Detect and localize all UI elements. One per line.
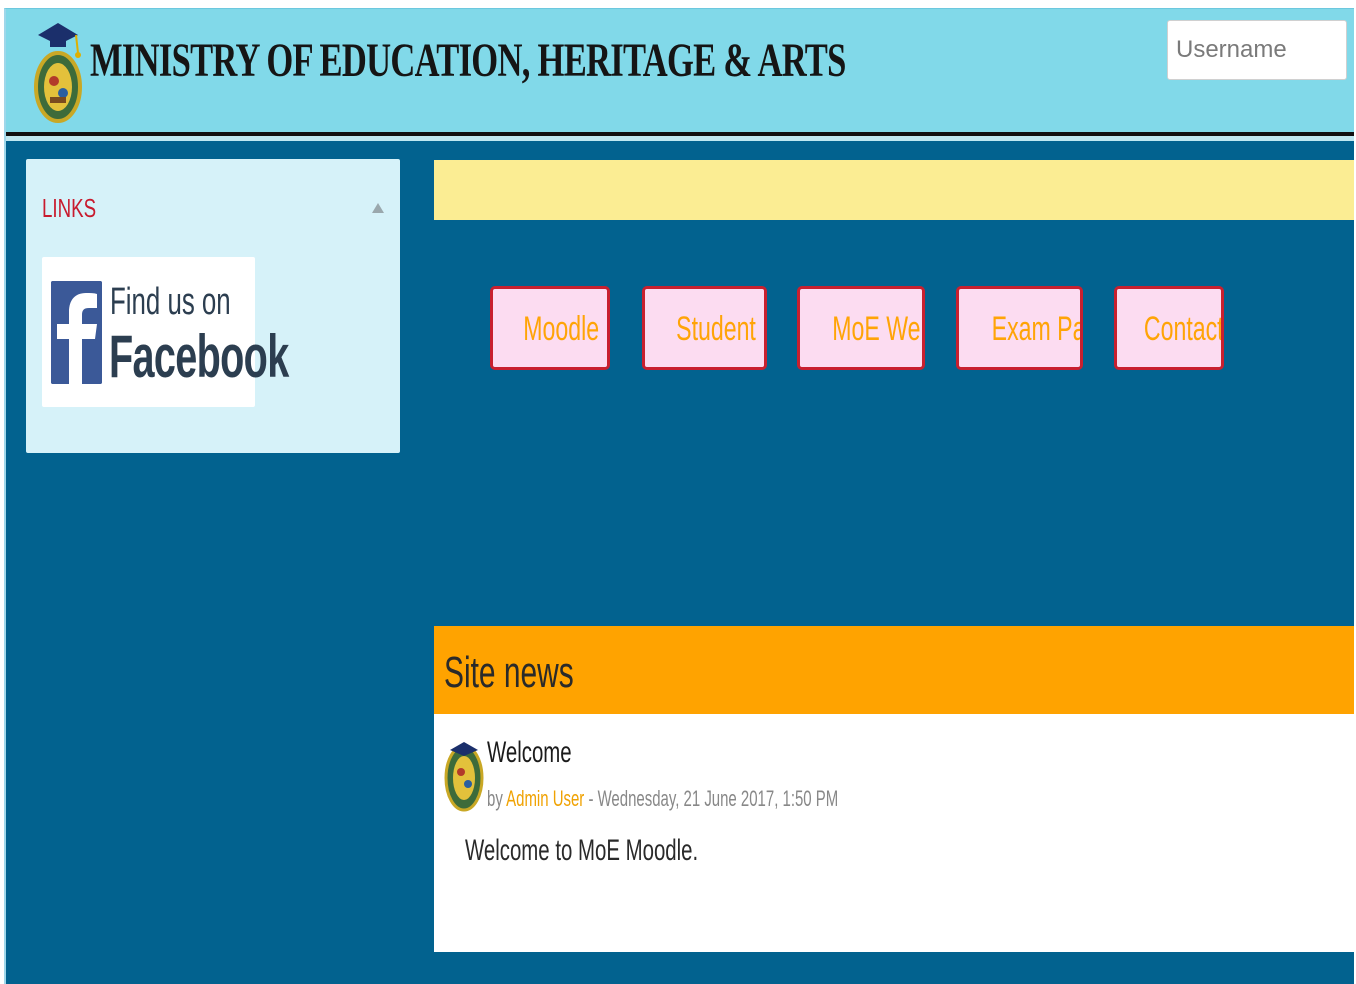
post-date: - Wednesday, 21 June 2017, 1:50 PM	[584, 786, 839, 811]
byline-prefix: by	[487, 786, 503, 811]
post-subject: Welcome	[487, 736, 572, 769]
facebook-link[interactable]: Find us on Facebook	[42, 257, 289, 407]
site-news-title: Site news	[444, 648, 574, 697]
author-link[interactable]: Admin User	[506, 786, 584, 811]
student-faq-button[interactable]: Student FAQ	[642, 286, 767, 370]
facebook-wordmark: Facebook	[109, 323, 289, 390]
facebook-icon	[51, 281, 102, 384]
announcement-bar	[434, 160, 1354, 220]
ministry-crest-icon[interactable]	[32, 17, 84, 125]
links-block-title: LINKS	[42, 193, 97, 223]
post-content: Welcome to MoE Moodle.	[465, 834, 699, 867]
exam-papers-button[interactable]: Exam Papers	[956, 286, 1083, 370]
contact-us-button[interactable]: Contact Us	[1114, 286, 1224, 370]
site-title: MINISTRY OF EDUCATION, HERITAGE & ARTS	[90, 34, 846, 87]
caret-up-icon[interactable]	[372, 203, 384, 213]
site-header: MINISTRY OF EDUCATION, HERITAGE & ARTS	[6, 9, 1354, 132]
page-frame: MINISTRY OF EDUCATION, HERITAGE & ARTS L…	[4, 8, 1354, 984]
moodle-faq-button[interactable]: Moodle FAQ	[490, 286, 610, 370]
avatar[interactable]	[444, 738, 484, 814]
post-byline: by Admin User - Wednesday, 21 June 2017,…	[487, 786, 838, 812]
facebook-find-text: Find us on	[110, 281, 231, 323]
site-news-header: Site news	[434, 626, 1354, 714]
links-block: LINKS Find us on Facebook	[26, 159, 400, 453]
site-news-post: Welcome by Admin User - Wednesday, 21 Ju…	[434, 714, 1354, 952]
header-strip	[6, 136, 1354, 141]
moe-website-button[interactable]: MoE Website	[797, 286, 925, 370]
username-input[interactable]	[1167, 20, 1347, 80]
